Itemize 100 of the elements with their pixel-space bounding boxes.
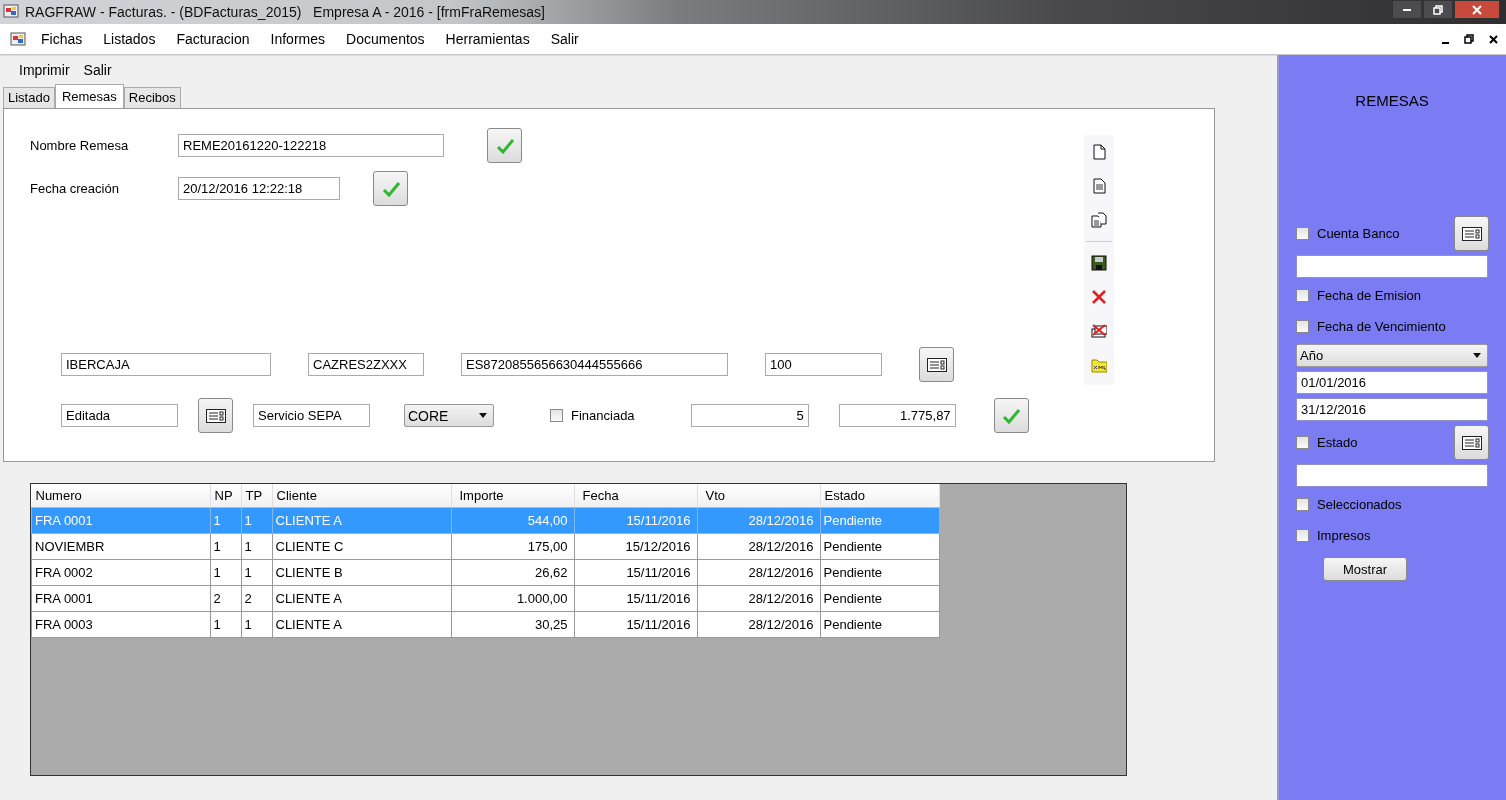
checkbox[interactable] [1296, 320, 1309, 333]
xml-folder-icon [1091, 357, 1107, 373]
table-cell: 1 [210, 559, 241, 586]
checkbox[interactable] [1296, 436, 1309, 449]
checkbox[interactable] [1296, 498, 1309, 511]
confirm-button[interactable] [487, 128, 522, 163]
table-row[interactable]: FRA 0003 1 1 CLIENTE A 30,25 15/11/2016 28/12/2016 Pendiente [31, 611, 939, 638]
cancel-documents-icon [1091, 323, 1107, 339]
table-cell: 1 [210, 533, 241, 560]
table-cell: CLIENTE A [272, 507, 451, 534]
input-field[interactable]: Servicio SEPA [253, 404, 370, 427]
checkbox-label: Fecha de Vencimiento [1317, 319, 1446, 334]
table-cell: CLIENTE C [272, 533, 451, 560]
table-cell: 1 [210, 611, 241, 638]
menu-item[interactable]: Informes [270, 29, 325, 49]
menu-item[interactable]: Herramientas [445, 29, 530, 49]
maximize-button[interactable] [1423, 0, 1453, 19]
table-cell: 26,62 [451, 559, 574, 586]
list-icon [1461, 226, 1482, 241]
copy-documents-icon [1091, 212, 1107, 228]
table-cell: FRA 0002 [31, 559, 210, 586]
menu-item[interactable]: Fichas [41, 29, 83, 49]
save-icon [1091, 255, 1107, 271]
table-cell: Pendiente [820, 611, 939, 638]
input-field[interactable]: CAZRES2ZXXX [308, 353, 424, 376]
checkbox-label: Impresos [1317, 528, 1371, 543]
table-row[interactable]: FRA 0001 2 2 CLIENTE A 1.000,00 15/11/2016 28/12/2016 Pendiente [31, 585, 939, 612]
table-cell: 15/11/2016 [574, 585, 697, 612]
input-field[interactable]: REME20161220-122218 [178, 134, 444, 157]
tab[interactable]: Listado [3, 87, 55, 108]
confirm-button[interactable] [373, 171, 408, 206]
app-icon [3, 2, 19, 19]
document-icon [1091, 178, 1107, 194]
toolbar-item[interactable]: Salir [83, 62, 112, 78]
column-header[interactable]: Importe [451, 484, 574, 508]
table-cell: CLIENTE A [272, 611, 451, 638]
close-icon [1472, 4, 1482, 15]
table-cell: 28/12/2016 [697, 507, 820, 534]
checkbox[interactable] [550, 409, 563, 422]
picker-button[interactable] [1454, 216, 1489, 251]
checkmark-icon [1001, 406, 1022, 425]
tab[interactable]: Remesas [54, 84, 124, 109]
checkbox[interactable] [1296, 227, 1309, 240]
input-field[interactable]: 20/12/2016 12:22:18 [178, 177, 340, 200]
minimize-button[interactable] [1392, 0, 1422, 19]
checkbox[interactable] [1296, 529, 1309, 542]
input-field[interactable]: 5 [690, 404, 809, 427]
checkbox[interactable] [1296, 289, 1309, 302]
input-field[interactable] [1296, 464, 1488, 487]
table-cell: CLIENTE A [272, 585, 451, 612]
column-header[interactable]: Numero [31, 484, 210, 508]
delete-icon [1091, 289, 1107, 305]
close-button[interactable] [1454, 0, 1500, 19]
table-cell: NOVIEMBR [31, 533, 210, 560]
input-field[interactable]: IBERCAJA [61, 353, 271, 376]
list-icon [205, 408, 226, 423]
input-field[interactable]: Editada [61, 404, 178, 427]
table-row[interactable]: NOVIEMBR 1 1 CLIENTE C 175,00 15/12/2016 28/12/2016 Pendiente [31, 533, 939, 560]
table-cell: 2 [241, 585, 272, 612]
menu-item[interactable]: Listados [103, 29, 156, 49]
column-header[interactable]: Estado [820, 484, 939, 508]
toolbar-button[interactable] [1090, 211, 1108, 229]
checkbox-label: Financiada [571, 408, 635, 423]
toolbar-button[interactable] [1090, 356, 1108, 374]
column-header[interactable]: Vto [697, 484, 820, 508]
dropdown[interactable]: CORE [404, 404, 494, 427]
table-cell: 544,00 [451, 507, 574, 534]
input-field[interactable]: ES8720855656630444555666 [461, 353, 728, 376]
menu-item[interactable]: Facturacion [176, 29, 250, 49]
input-field[interactable]: 01/01/2016 [1296, 371, 1488, 394]
toolbar-button[interactable] [1090, 322, 1108, 340]
input-field[interactable]: 31/12/2016 [1296, 398, 1488, 421]
input-field[interactable]: 100 [765, 353, 882, 376]
table-cell: 1.000,00 [451, 585, 574, 612]
column-header[interactable]: Cliente [272, 484, 451, 508]
table-row[interactable]: FRA 0002 1 1 CLIENTE B 26,62 15/11/2016 28/12/2016 Pendiente [31, 559, 939, 586]
tab[interactable]: Recibos [123, 87, 181, 108]
table-cell: FRA 0001 [31, 585, 210, 612]
menu-item[interactable]: Documentos [346, 29, 425, 49]
toolbar-item[interactable]: Imprimir [19, 62, 70, 78]
checkbox-label: Estado [1317, 435, 1358, 450]
menu-item[interactable]: Salir [550, 29, 579, 49]
confirm-button[interactable] [993, 398, 1029, 433]
app-icon [10, 31, 26, 47]
input-field[interactable] [1296, 255, 1488, 278]
picker-button[interactable] [198, 398, 233, 433]
table-cell: 28/12/2016 [697, 559, 820, 586]
checkbox-label: Seleccionados [1317, 497, 1402, 512]
toolbar-button[interactable] [1090, 254, 1108, 272]
picker-button[interactable] [919, 347, 954, 382]
toolbar-button[interactable] [1090, 143, 1108, 161]
picker-button[interactable] [1454, 425, 1489, 460]
column-header[interactable]: NP [210, 484, 241, 508]
checkmark-icon [380, 179, 401, 198]
column-header[interactable]: TP [241, 484, 272, 508]
show-button[interactable]: Mostrar [1323, 557, 1407, 581]
minimize-icon [1441, 42, 1449, 44]
column-header[interactable]: Fecha [574, 484, 697, 508]
input-field[interactable]: 1.775,87 [838, 404, 956, 427]
dropdown[interactable]: Año [1296, 344, 1488, 367]
